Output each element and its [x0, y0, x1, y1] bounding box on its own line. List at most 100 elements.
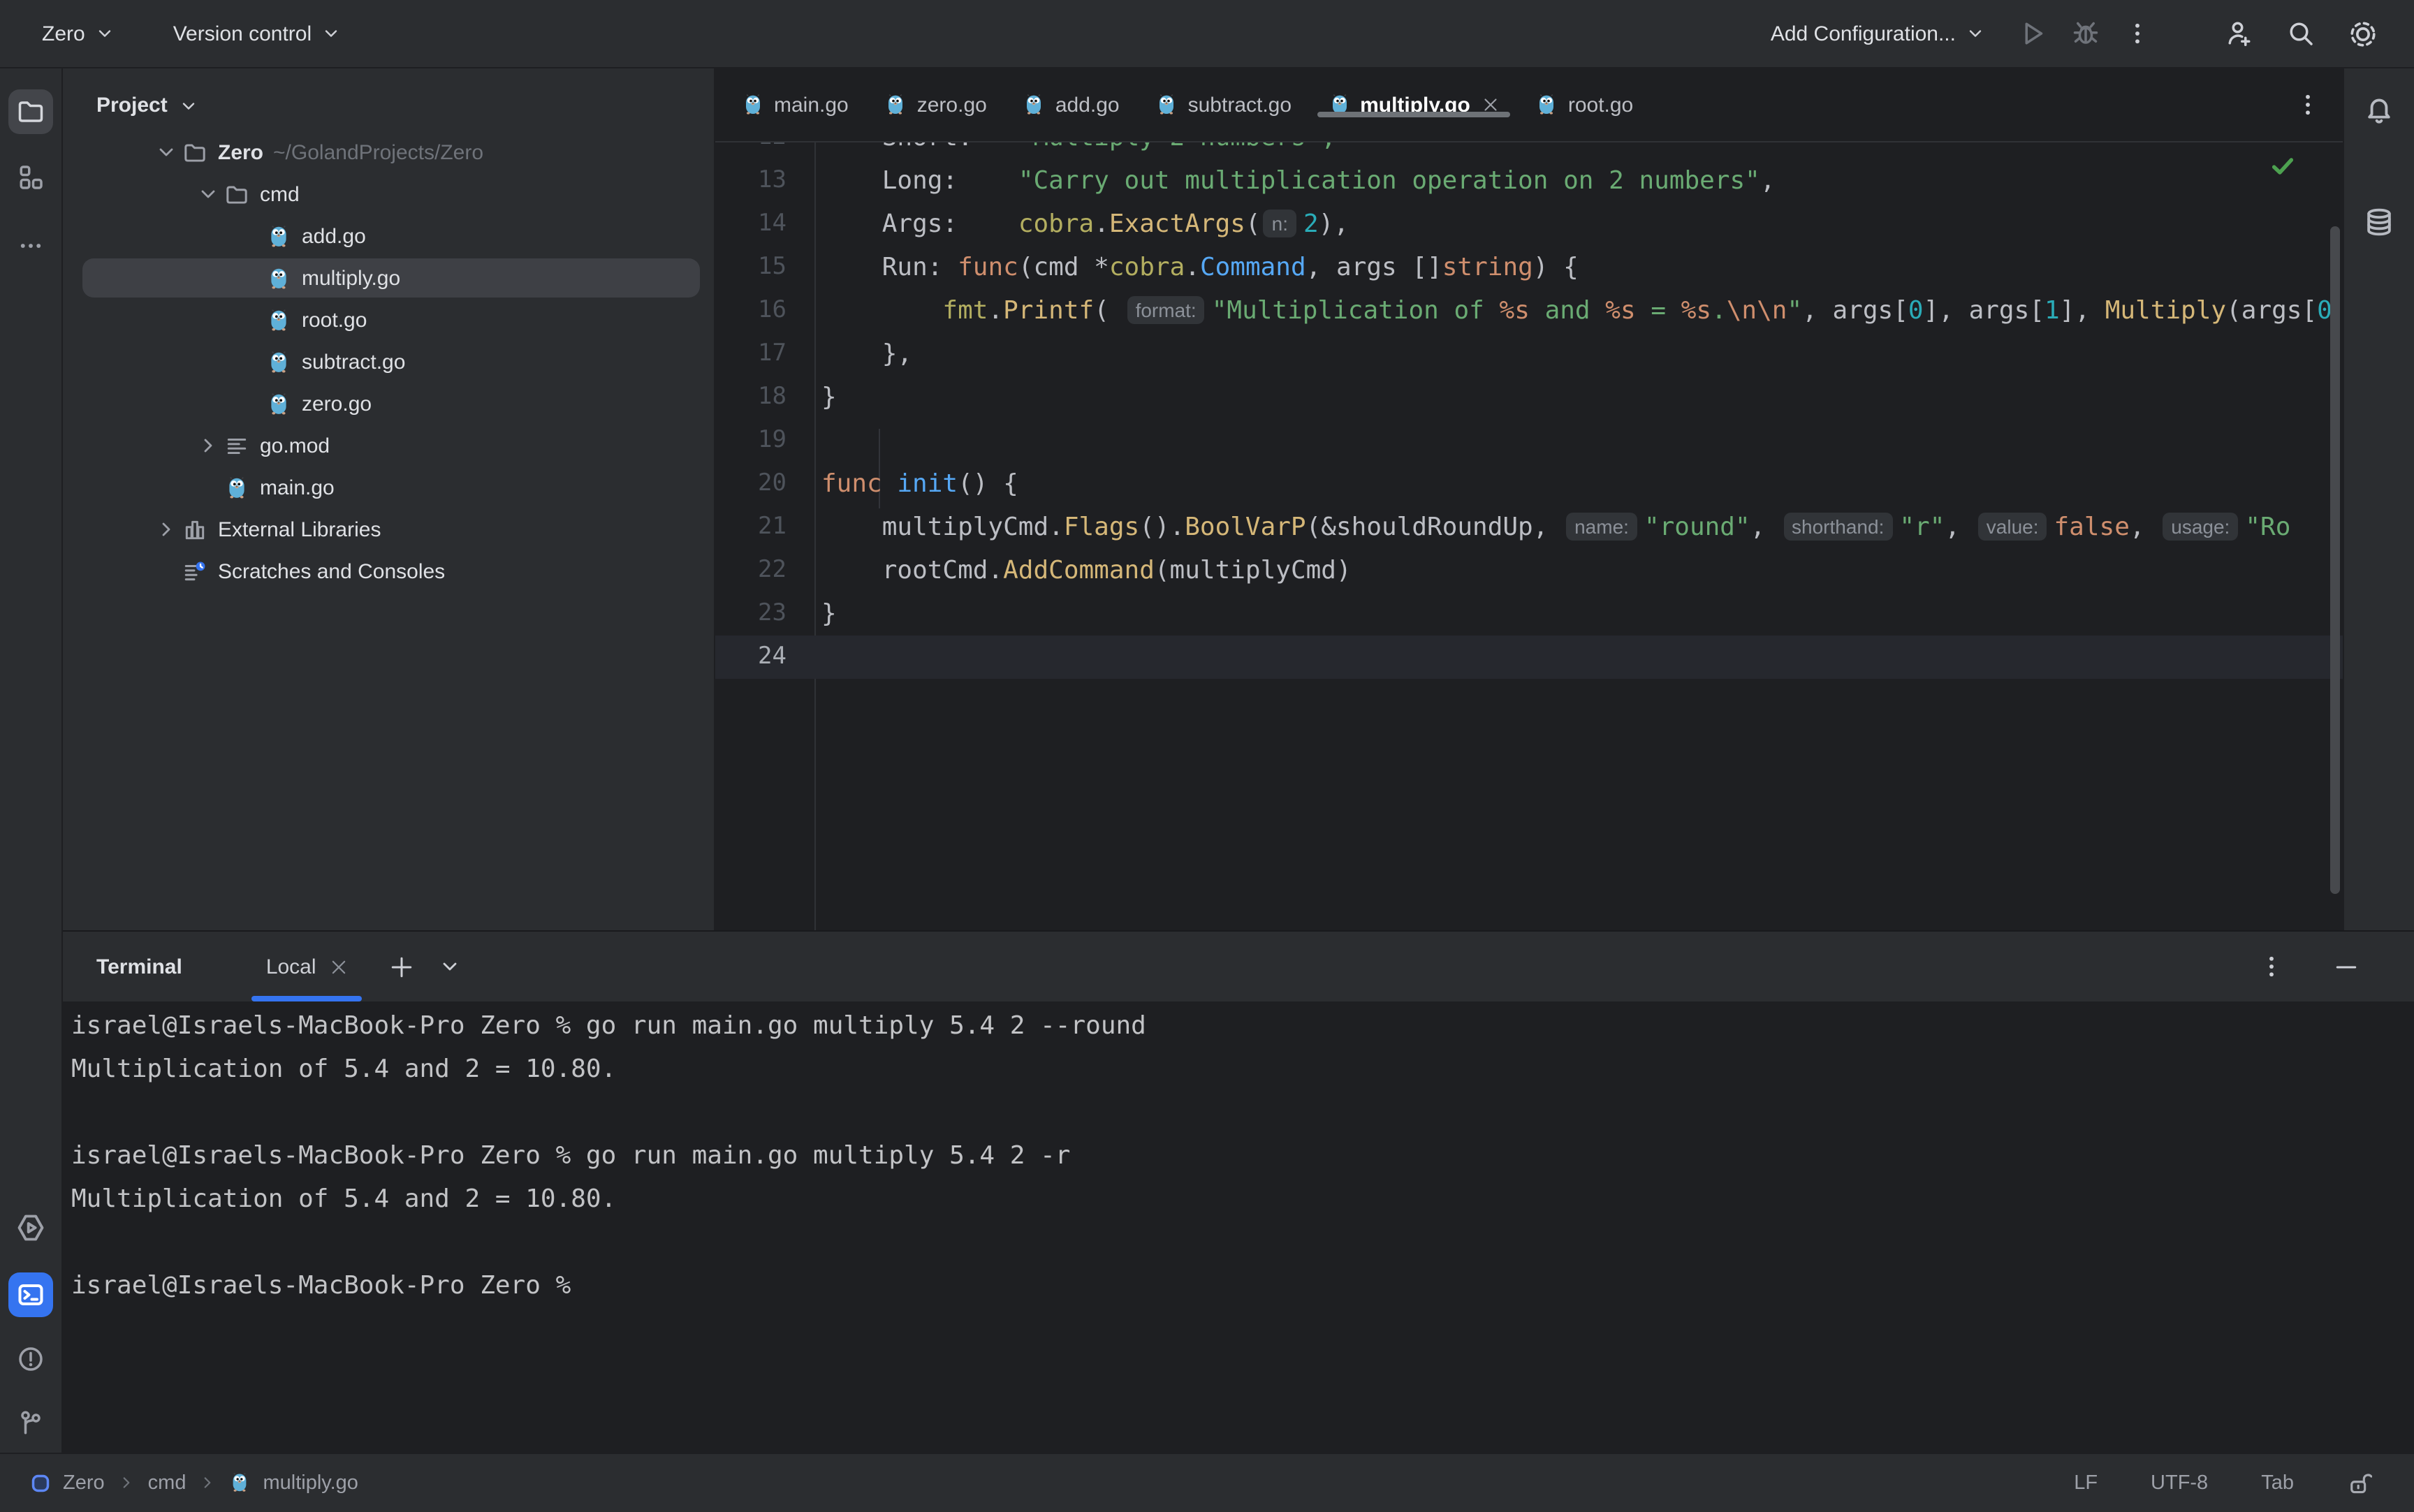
breadcrumb-item[interactable]: multiply.go: [263, 1472, 358, 1495]
tree-item-multiply.go[interactable]: multiply.go: [63, 257, 714, 299]
code-line-23: 23}: [715, 592, 2343, 636]
inlay-hint: n:: [1264, 210, 1296, 237]
code-token: Multiply: [2105, 296, 2226, 325]
indent-widget[interactable]: Tab: [2261, 1472, 2294, 1495]
line-separator-widget[interactable]: LF: [2074, 1472, 2098, 1495]
code-line-text: Long: "Carry out multiplication operatio…: [814, 159, 1776, 203]
code-line-text: fmt.Printf( format:"Multiplication of %s…: [814, 289, 2332, 332]
tree-item-add.go[interactable]: add.go: [63, 215, 714, 257]
lock-open-icon[interactable]: [2347, 1471, 2372, 1496]
more-vertical-icon[interactable]: [2125, 21, 2150, 46]
code-token: () {: [958, 469, 1018, 499]
search-icon[interactable]: [2287, 20, 2315, 47]
gopher-file-icon: [267, 308, 291, 332]
project-folder-icon[interactable]: [8, 89, 53, 134]
code-token: ,: [1750, 513, 1780, 542]
code-token: "Carry out multiplication operation on 2…: [1018, 166, 1760, 196]
breadcrumb-separator: [198, 1474, 217, 1492]
gopher-file-icon: [1156, 94, 1178, 116]
project-selector[interactable]: Zero: [42, 22, 115, 45]
code-line-22: 22 rootCmd.AddCommand(multiplyCmd): [715, 549, 2343, 592]
breadcrumb-item[interactable]: Zero: [63, 1472, 105, 1495]
terminal-sessions-chevron-icon[interactable]: [439, 955, 462, 978]
debug-icon[interactable]: [2072, 20, 2100, 47]
editor-tab-main.go[interactable]: main.go: [724, 93, 867, 117]
code-token: Flags: [1064, 513, 1139, 542]
database-icon[interactable]: [2357, 200, 2401, 244]
code-token: }: [821, 599, 837, 629]
terminal-icon[interactable]: [8, 1272, 53, 1317]
gopher-file-icon: [225, 476, 249, 499]
close-icon[interactable]: [330, 957, 349, 976]
tab-options-icon[interactable]: [2295, 92, 2320, 117]
code-line-14: 14 Args: cobra.ExactArgs(n:2),: [715, 203, 2343, 246]
editor-tab-subtract.go[interactable]: subtract.go: [1138, 93, 1310, 117]
encoding-widget[interactable]: UTF-8: [2151, 1472, 2208, 1495]
editor-tab-multiply.go[interactable]: multiply.go: [1310, 93, 1518, 117]
chevron-right-icon[interactable]: [155, 518, 177, 541]
tree-item-cmd[interactable]: cmd: [63, 173, 714, 215]
run-icon[interactable]: [2019, 20, 2047, 47]
chevron-right-icon[interactable]: [197, 434, 219, 457]
editor-tab-zero.go[interactable]: zero.go: [867, 93, 1005, 117]
tree-item-go.mod[interactable]: go.mod: [63, 425, 714, 467]
code-token: Command: [1200, 253, 1306, 282]
run-configuration-selector[interactable]: Add Configuration...: [1771, 22, 1985, 45]
line-number: 14: [715, 203, 814, 246]
tree-item-label: External Libraries: [218, 518, 381, 541]
code-token: Printf: [1003, 296, 1094, 325]
code-token: },: [882, 339, 912, 369]
code-token: string: [1442, 253, 1533, 282]
code-line-13: 13 Long: "Carry out multiplication opera…: [715, 159, 2343, 203]
tree-item-scratches-and-consoles[interactable]: Scratches and Consoles: [63, 550, 714, 592]
new-terminal-session-icon[interactable]: [390, 955, 414, 978]
code-token: func: [821, 469, 897, 499]
code-line-24: 24: [715, 636, 2343, 679]
notifications-bell-icon[interactable]: [2357, 88, 2401, 133]
chevron-down-icon: [179, 96, 198, 115]
code-token: ], args[: [1924, 296, 2044, 325]
code-token: (cmd *: [1018, 253, 1109, 282]
version-control-icon[interactable]: [8, 1401, 53, 1446]
project-panel-header[interactable]: Project: [63, 68, 714, 131]
services-icon[interactable]: [8, 1205, 53, 1250]
tree-item-external-libraries[interactable]: External Libraries: [63, 508, 714, 550]
chevron-down-icon[interactable]: [155, 141, 177, 163]
code-token: .: [1711, 296, 1727, 325]
problems-icon[interactable]: [8, 1337, 53, 1381]
tree-item-zero[interactable]: Zero~/GolandProjects/Zero: [63, 131, 714, 173]
chevron-down-icon[interactable]: [197, 183, 219, 205]
code-token: "Multiplication of: [1212, 296, 1500, 325]
activity-bar: [0, 68, 63, 1453]
tree-item-root.go[interactable]: root.go: [63, 299, 714, 341]
structure-icon[interactable]: [8, 155, 53, 200]
tree-item-subtract.go[interactable]: subtract.go: [63, 341, 714, 383]
terminal-options-icon[interactable]: [2259, 954, 2284, 979]
tree-item-label: subtract.go: [302, 350, 405, 374]
add-user-icon[interactable]: [2225, 20, 2253, 47]
tree-item-label: Zero: [218, 140, 263, 164]
terminal-tab-local[interactable]: Local: [249, 932, 365, 1001]
editor-scrollbar[interactable]: [2330, 226, 2340, 894]
more-tool-windows-icon[interactable]: [8, 223, 53, 268]
inlay-hint: format:: [1127, 296, 1205, 324]
vcs-selector-label: Version control: [173, 22, 312, 45]
code-editor[interactable]: 12 Short: "Multiply 2 numbers",13 Long: …: [715, 142, 2343, 930]
code-token: "round": [1644, 513, 1750, 542]
editor-tab-root.go[interactable]: root.go: [1518, 93, 1651, 117]
hide-terminal-icon[interactable]: [2334, 955, 2358, 978]
code-line-text: }: [814, 376, 837, 419]
inspections-ok-icon[interactable]: [2270, 154, 2295, 179]
close-icon[interactable]: [1483, 96, 1500, 113]
breadcrumb-item[interactable]: cmd: [148, 1472, 186, 1495]
terminal-line: israel@Israels-MacBook-Pro Zero % go run…: [71, 1134, 2414, 1177]
tree-item-zero.go[interactable]: zero.go: [63, 383, 714, 425]
code-token: and: [1530, 296, 1605, 325]
settings-gear-icon[interactable]: [2348, 19, 2378, 48]
editor-tab-add.go[interactable]: add.go: [1005, 93, 1138, 117]
vcs-selector[interactable]: Version control: [173, 22, 341, 45]
code-token: cobra: [1018, 210, 1094, 239]
terminal-output[interactable]: israel@Israels-MacBook-Pro Zero % go run…: [63, 1001, 2414, 1453]
code-token: 2: [1303, 210, 1319, 239]
tree-item-main.go[interactable]: main.go: [63, 467, 714, 508]
